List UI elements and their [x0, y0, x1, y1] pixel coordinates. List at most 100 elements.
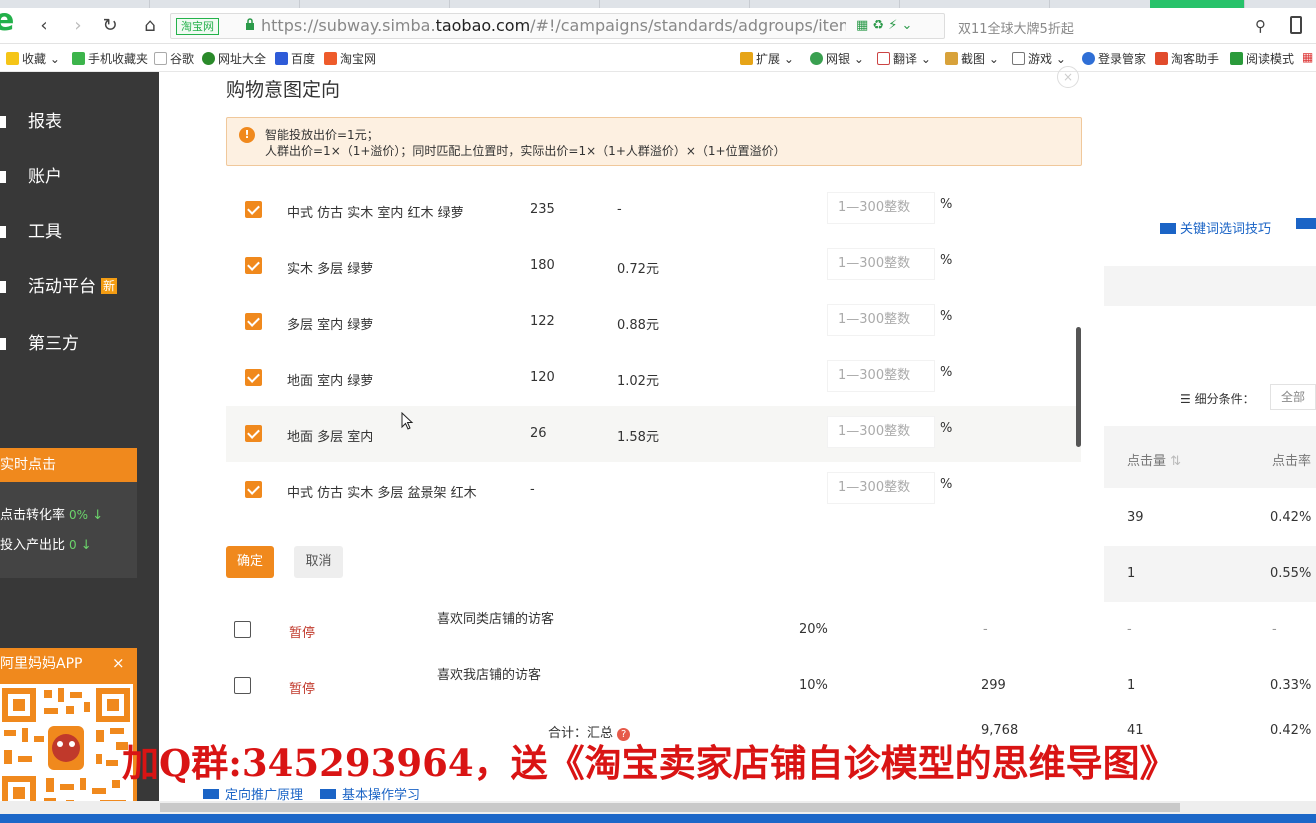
col-clicks-header[interactable]: 点击量 ⇅	[1127, 450, 1181, 469]
bookmark-item[interactable]: 收藏 ⌄	[6, 50, 60, 67]
row-checkbox[interactable]	[234, 677, 251, 694]
conversion-rate: 点击转化率 0% ↓	[0, 508, 104, 523]
video-icon	[203, 789, 219, 799]
browser-tab[interactable]	[920, 0, 1050, 8]
crowd-name: 喜欢同类店铺的访客	[437, 612, 555, 627]
premium-input[interactable]: 1—300整数	[827, 248, 935, 280]
horizontal-scrollbar[interactable]	[0, 801, 1316, 814]
premium-input[interactable]: 1—300整数	[827, 472, 935, 504]
bookmark-item[interactable]: 游戏 ⌄	[1012, 50, 1066, 67]
qr-code	[0, 684, 133, 814]
keyword-row: 中式 仿古 实木 室内 红木 绿萝 235 - 1—300整数 %	[226, 182, 1081, 238]
game-icon	[1012, 52, 1025, 65]
status-paused[interactable]: 暂停	[289, 622, 315, 641]
warning-icon: !	[239, 127, 255, 143]
notice-line-2: 人群出价=1×（1+溢价）；同时匹配上位置时，实际出价=1×（1+人群溢价）×（…	[265, 144, 786, 158]
bookmark-item[interactable]: 截图 ⌄	[945, 50, 999, 67]
sidebar-item-reports[interactable]: 报表	[0, 102, 159, 142]
realtime-title[interactable]: 实时点击	[0, 448, 137, 482]
keyword-count: 235	[530, 202, 555, 217]
clicks-cell: 39	[1127, 510, 1144, 525]
bookmark-item[interactable]: 翻译 ⌄	[877, 50, 931, 67]
arrow-down-icon: ↓	[80, 538, 92, 553]
sort-icon[interactable]: ⇅	[1170, 454, 1181, 469]
cancel-button[interactable]: 取消	[294, 546, 343, 578]
toolbar-band	[1104, 266, 1316, 306]
browser-logo-icon: e	[0, 3, 15, 38]
bookmark-item[interactable]: 阅读模式	[1230, 50, 1294, 67]
col-ctr-header[interactable]: 点击率	[1272, 450, 1311, 469]
taobao-icon	[324, 52, 337, 65]
keyword-row: 实木 多层 绿萝 180 0.72元 1—300整数 %	[226, 238, 1081, 294]
browser-tab[interactable]	[320, 0, 450, 8]
translate-icon	[877, 52, 890, 65]
percent-unit: %	[940, 365, 953, 380]
row-checkbox[interactable]	[245, 369, 262, 386]
close-icon[interactable]: ×	[112, 654, 125, 672]
row-checkbox[interactable]	[234, 621, 251, 638]
more-bookmarks-icon[interactable]: ▦	[1302, 50, 1313, 64]
bookmark-item[interactable]: 网址大全	[202, 50, 266, 67]
row-checkbox[interactable]	[245, 257, 262, 274]
video-icon	[320, 789, 336, 799]
status-bar	[0, 814, 1316, 823]
browser-tab[interactable]	[470, 0, 600, 8]
scrollbar-thumb[interactable]	[160, 803, 1180, 812]
premium-input[interactable]: 1—300整数	[827, 192, 935, 224]
sidebar-item-third-party[interactable]: 第三方	[0, 324, 159, 364]
status-paused[interactable]: 暂停	[289, 678, 315, 697]
keyword-count: -	[530, 482, 535, 497]
sidebar-item-tools[interactable]: 工具	[0, 212, 159, 252]
row-checkbox[interactable]	[245, 313, 262, 330]
promo-text[interactable]: 双11全球大牌5折起	[958, 18, 1074, 37]
back-icon[interactable]: ‹	[32, 14, 56, 38]
bookmark-item[interactable]: 百度	[275, 50, 315, 67]
baidu-icon	[275, 52, 288, 65]
filter-select[interactable]: 全部	[1270, 384, 1316, 410]
search-icon[interactable]: ⚲	[1255, 17, 1266, 35]
browser-tab[interactable]	[620, 0, 750, 8]
confirm-button[interactable]: 确定	[226, 546, 274, 578]
row-checkbox[interactable]	[245, 425, 262, 442]
filter-label: ☰ 细分条件：	[1180, 392, 1255, 406]
reload-icon[interactable]: ↻	[98, 14, 122, 38]
bookmark-item[interactable]: 手机收藏夹	[72, 50, 148, 67]
bookmark-item[interactable]: 扩展 ⌄	[740, 50, 794, 67]
sidebar-item-account[interactable]: 账户	[0, 157, 159, 197]
bullet-icon	[0, 338, 6, 350]
ctr-cell: 0.33%	[1270, 678, 1312, 693]
browser-tab[interactable]	[20, 0, 150, 8]
realtime-panel: 实时点击 点击转化率 0% ↓ 投入产出比 0 ↓	[0, 448, 137, 578]
premium-input[interactable]: 1—300整数	[827, 360, 935, 392]
browser-tab[interactable]	[170, 0, 300, 8]
close-icon[interactable]: ×	[1057, 66, 1079, 88]
ctr-cell: -	[1272, 622, 1277, 637]
keyword-row: 中式 仿古 实木 多层 盆景架 红木 - 1—300整数 %	[226, 462, 1081, 518]
premium-input[interactable]: 1—300整数	[827, 304, 935, 336]
keyword-tips-link[interactable]: 关键词选词技巧	[1160, 218, 1271, 237]
bookmark-item[interactable]: 谷歌	[154, 50, 194, 67]
row-checkbox[interactable]	[245, 201, 262, 218]
promo-caption: 加Q群:345293964，送《淘宝卖家店铺自诊模型的思维导图》	[122, 741, 1177, 785]
bookmark-item[interactable]: 登录管家	[1082, 50, 1146, 67]
bookmark-item[interactable]: 淘客助手	[1155, 50, 1219, 67]
premium-input[interactable]: 1—300整数	[827, 416, 935, 448]
home-icon[interactable]: ⌂	[138, 14, 162, 38]
clicks-cell: -	[1127, 622, 1132, 637]
video-icon[interactable]	[1296, 218, 1316, 229]
url-tool-icons[interactable]: ▦ ♻ ⚡ ⌄	[856, 18, 912, 33]
browser-tab-active[interactable]	[1150, 0, 1245, 8]
premium-cell: 20%	[799, 622, 828, 637]
bookmark-item[interactable]: 淘宝网	[324, 50, 376, 67]
bullet-icon	[0, 116, 6, 128]
app-promo-panel: 阿里妈妈APP ×	[0, 648, 137, 823]
row-checkbox[interactable]	[245, 481, 262, 498]
phone-icon[interactable]	[1290, 16, 1302, 34]
crowd-name: 喜欢我店铺的访客	[437, 668, 542, 683]
sidebar-item-activity[interactable]: 活动平台新	[0, 267, 159, 307]
modal-scrollbar[interactable]	[1076, 327, 1081, 447]
forward-icon[interactable]: ›	[66, 14, 90, 38]
url-input[interactable]: 淘宝网 https://subway.simba.taobao.com/#!/c…	[170, 13, 945, 39]
bookmark-item[interactable]: 网银 ⌄	[810, 50, 864, 67]
browser-tab[interactable]	[770, 0, 900, 8]
